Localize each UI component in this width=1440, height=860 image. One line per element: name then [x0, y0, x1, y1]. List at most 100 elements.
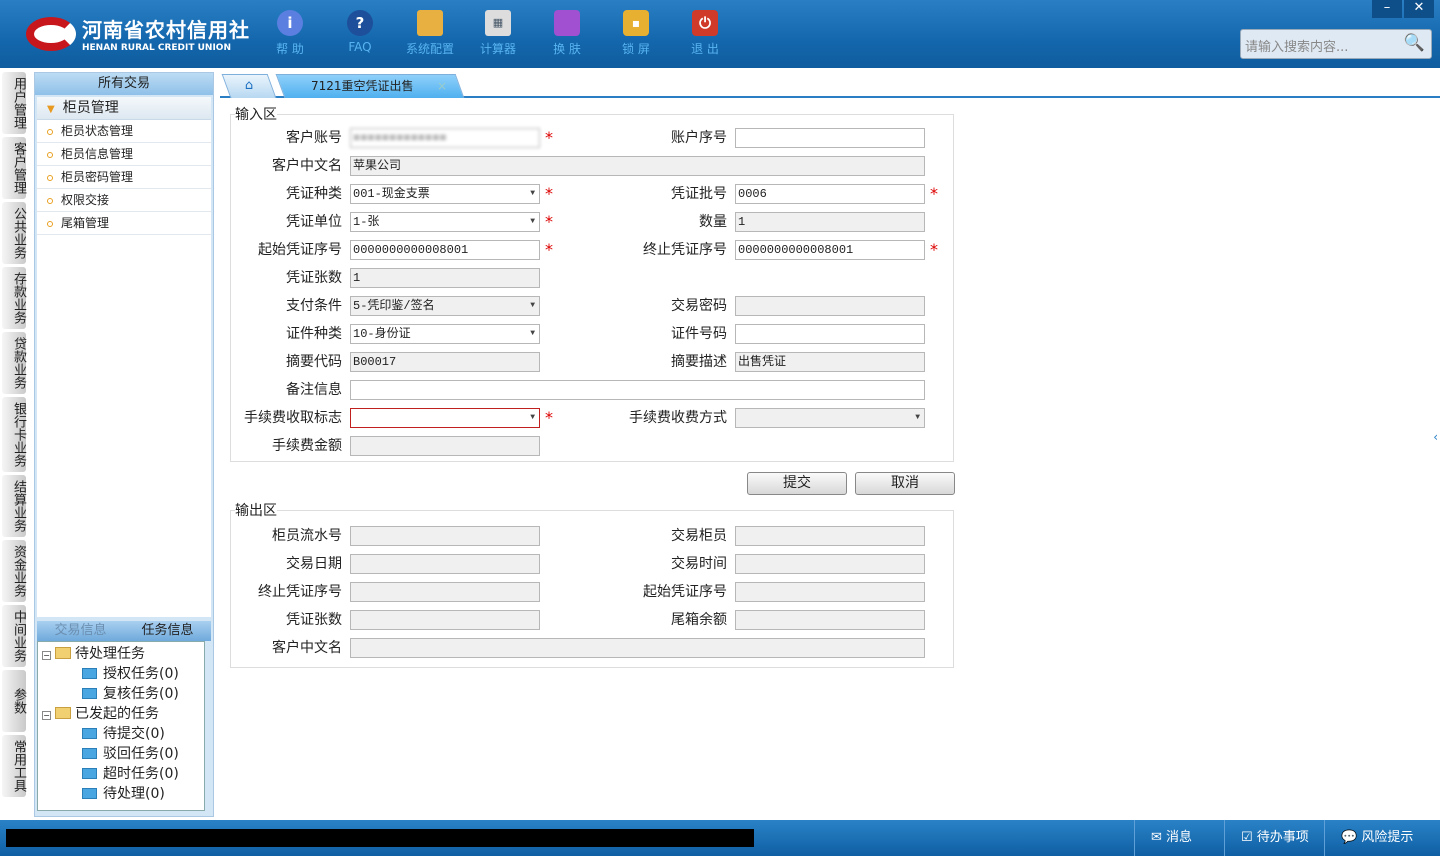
mail-icon: ✉ [1151, 830, 1162, 845]
chevron-down-icon[interactable]: ▼ [530, 213, 535, 231]
faq-button[interactable]: ? FAQ [330, 10, 390, 54]
acct-label: 客户账号 [286, 130, 342, 146]
fee_method-select[interactable]: ▼ [735, 408, 925, 428]
tree-node[interactable]: 待提交(0) [42, 724, 200, 744]
remark-input[interactable] [350, 380, 925, 400]
cust_name-label: 客户中文名 [272, 158, 342, 174]
vtab-customer[interactable]: 客户管理 [2, 137, 26, 199]
tree-node[interactable]: − 待处理任务 [42, 644, 200, 664]
fee_flag-select[interactable]: ▼ [350, 408, 540, 428]
lock-button[interactable]: ▪ 锁 屏 [606, 10, 666, 57]
submit-button[interactable]: 提交 [747, 472, 847, 495]
vtab-tools[interactable]: 常用工具 [2, 735, 26, 797]
voucher_type-select[interactable]: 001-现金支票 ▼ [350, 184, 540, 204]
fee_amt-label: 手续费金额 [272, 438, 342, 454]
tree-node[interactable]: 超时任务(0) [42, 764, 200, 784]
output-field [735, 610, 925, 630]
folder-icon [82, 728, 97, 739]
output-label: 交易时间 [671, 556, 727, 572]
skin-button[interactable]: 换 肤 [537, 10, 597, 57]
menu-item[interactable]: 尾箱管理 [37, 212, 211, 235]
cust_name-input[interactable]: 苹果公司 [350, 156, 925, 176]
menu-item[interactable]: 柜员信息管理 [37, 143, 211, 166]
tx_pwd-input[interactable] [735, 296, 925, 316]
tab-task-info[interactable]: 任务信息 [124, 621, 211, 641]
lock-icon: ▪ [623, 10, 649, 36]
vtab-loan[interactable]: 贷款业务 [2, 332, 26, 394]
tx_pwd-label: 交易密码 [671, 298, 727, 314]
chevron-down-icon[interactable]: ▼ [530, 325, 535, 343]
tab-home[interactable]: ⌂ [221, 74, 277, 98]
required-mark: * [930, 184, 938, 203]
acct_seq-label: 账户序号 [671, 130, 727, 146]
transaction-form: 输入区 客户账号 ■■■■■■■■■■■■■ * 账户序号 客户中文名 苹果公司 … [220, 100, 1440, 818]
abs_desc-label: 摘要描述 [671, 354, 727, 370]
vtab-card[interactable]: 银行卡业务 [2, 397, 26, 472]
chevron-down-icon[interactable]: ▼ [915, 409, 920, 427]
required-mark: * [545, 184, 553, 203]
cancel-button[interactable]: 取消 [855, 472, 955, 495]
start_no-input[interactable]: 0000000000008001 [350, 240, 540, 260]
id_type-select[interactable]: 10-身份证 ▼ [350, 324, 540, 344]
risk-button[interactable]: 💬 风险提示 [1324, 820, 1440, 856]
status-bar: ✉ 消息 ☑ 待办事项 💬 风险提示 [0, 820, 1440, 856]
voucher_unit-select[interactable]: 1-张 ▼ [350, 212, 540, 232]
tree-node[interactable]: 驳回任务(0) [42, 744, 200, 764]
help-button[interactable]: i帮 助 [260, 10, 320, 57]
info-icon: i [277, 10, 303, 36]
folder-icon [82, 668, 97, 679]
logo: 河南省农村信用社 HENAN RURAL CREDIT UNION [26, 14, 250, 53]
folder-icon [82, 688, 97, 699]
voucher_unit-label: 凭证单位 [286, 214, 342, 230]
menu-item[interactable]: 权限交接 [37, 189, 211, 212]
tab-active[interactable]: 7121重空凭证出售 × [275, 74, 465, 98]
tree-node[interactable]: 待处理(0) [42, 784, 200, 804]
vtab-settlement[interactable]: 结算业务 [2, 475, 26, 537]
checkbox-icon: ☑ [1241, 830, 1253, 845]
tree-node[interactable]: 授权任务(0) [42, 664, 200, 684]
count-input[interactable]: 1 [350, 268, 540, 288]
exit-button[interactable]: ⏻ 退 出 [675, 10, 735, 57]
calculator-button[interactable]: ▦ 计算器 [468, 10, 528, 57]
search-icon[interactable]: 🔍 [1404, 33, 1425, 53]
end_no-input[interactable]: 0000000000008001 [735, 240, 925, 260]
pay_cond-select[interactable]: 5-凭印鉴/签名 ▼ [350, 296, 540, 316]
todo-button[interactable]: ☑ 待办事项 [1224, 820, 1324, 856]
qty-input[interactable]: 1 [735, 212, 925, 232]
folder-icon [55, 647, 71, 659]
acct_seq-input[interactable] [735, 128, 925, 148]
abs_code-input[interactable]: B00017 [350, 352, 540, 372]
abs_desc-input[interactable]: 出售凭证 [735, 352, 925, 372]
chevron-down-icon[interactable]: ▼ [530, 185, 535, 203]
required-mark: * [930, 240, 938, 259]
chevron-down-icon[interactable]: ▼ [530, 297, 535, 315]
vtab-public[interactable]: 公共业务 [2, 202, 26, 264]
vtab-intermediary[interactable]: 中间业务 [2, 605, 26, 667]
chevron-down-icon[interactable]: ▼ [530, 409, 535, 427]
output-label: 交易柜员 [671, 528, 727, 544]
folder-icon [82, 768, 97, 779]
messages-button[interactable]: ✉ 消息 [1134, 820, 1224, 856]
vtab-deposit[interactable]: 存款业务 [2, 267, 26, 329]
settings-button[interactable]: 系统配置 [400, 10, 460, 57]
acct-input[interactable]: ■■■■■■■■■■■■■ [350, 128, 540, 148]
search-input[interactable]: 请输入搜索内容... 🔍 [1240, 29, 1432, 59]
fee_amt-input[interactable] [350, 436, 540, 456]
voucher_batch-label: 凭证批号 [671, 186, 727, 202]
id_no-input[interactable] [735, 324, 925, 344]
tree-node[interactable]: 复核任务(0) [42, 684, 200, 704]
tree-node[interactable]: − 已发起的任务 [42, 704, 200, 724]
minimize-button[interactable]: – [1372, 0, 1402, 18]
voucher_batch-input[interactable]: 0006 [735, 184, 925, 204]
vtab-funds[interactable]: 资金业务 [2, 540, 26, 602]
menu-group-teller[interactable]: ▼ 柜员管理 [37, 97, 211, 120]
vtab-user[interactable]: 用户管理 [2, 72, 26, 134]
menu-item[interactable]: 柜员密码管理 [37, 166, 211, 189]
collapse-panel-icon[interactable]: ‹ [1433, 430, 1438, 444]
tab-transaction-info[interactable]: 交易信息 [37, 621, 124, 641]
vtab-params[interactable]: 参数 [2, 670, 26, 732]
toolbox-icon [417, 10, 443, 36]
close-tab-icon[interactable]: × [437, 75, 447, 97]
menu-item[interactable]: 柜员状态管理 [37, 120, 211, 143]
close-window-button[interactable]: ✕ [1404, 0, 1434, 18]
